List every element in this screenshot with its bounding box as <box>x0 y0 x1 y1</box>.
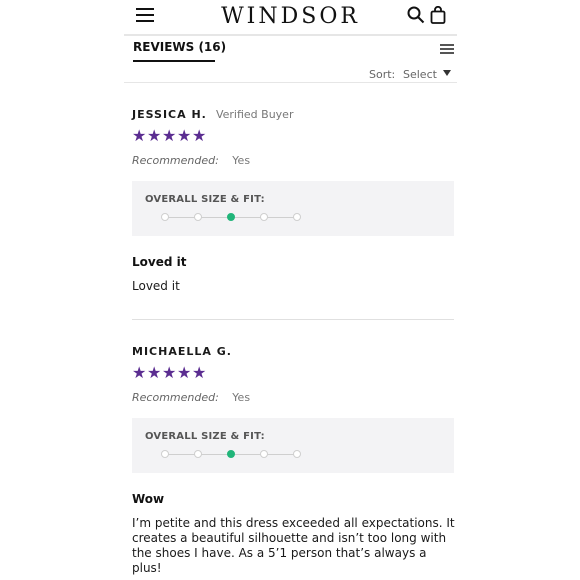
star-rating: ★★★★★ <box>132 127 454 145</box>
fit-dot <box>260 450 268 458</box>
size-fit-box: OVERALL SIZE & FIT: <box>132 418 454 473</box>
fit-dot <box>293 450 301 458</box>
star-icon: ★ <box>147 126 163 145</box>
fit-dot <box>194 213 202 221</box>
page-margin-right <box>456 0 580 580</box>
fit-dot <box>293 213 301 221</box>
star-icon: ★ <box>132 126 148 145</box>
star-icon: ★ <box>162 126 178 145</box>
size-fit-box: OVERALL SIZE & FIT: <box>132 181 454 236</box>
star-rating: ★★★★★ <box>132 364 454 382</box>
sort-divider <box>124 82 457 83</box>
page-margin-left <box>0 0 124 580</box>
filter-menu-icon[interactable] <box>440 44 454 56</box>
star-icon: ★ <box>177 363 193 382</box>
recommended-label: Recommended: <box>132 154 219 167</box>
star-icon: ★ <box>132 363 148 382</box>
star-icon: ★ <box>192 126 208 145</box>
search-icon[interactable] <box>407 6 425 24</box>
review-divider <box>132 319 454 320</box>
shopping-bag-icon[interactable] <box>430 6 446 24</box>
review-body: Loved it <box>132 279 180 293</box>
mobile-viewport: WINDSOR REVIEWS (16) Sort: Select JESSIC… <box>124 0 457 580</box>
recommended-value: Yes <box>232 154 251 167</box>
reviewer-row: JESSICA H. Verified Buyer <box>132 103 454 122</box>
recommended-label: Recommended: <box>132 391 219 404</box>
reviewer-row: MICHAELLA G. <box>132 340 454 359</box>
review-title: Loved it <box>132 255 187 269</box>
recommended-row: Recommended: Yes <box>132 391 454 404</box>
verified-badge: Verified Buyer <box>215 108 294 121</box>
fit-dot <box>161 213 169 221</box>
size-fit-label: OVERALL SIZE & FIT: <box>145 194 265 205</box>
reviewer-name: MICHAELLA G. <box>132 345 232 358</box>
chevron-down-icon[interactable] <box>443 70 451 76</box>
star-icon: ★ <box>192 363 208 382</box>
top-nav: WINDSOR <box>124 0 457 34</box>
recommended-value: Yes <box>232 391 251 404</box>
star-icon: ★ <box>177 126 193 145</box>
size-fit-label: OVERALL SIZE & FIT: <box>145 431 265 442</box>
review-body: I’m petite and this dress exceeded all e… <box>132 516 455 575</box>
review-card: MICHAELLA G. ★★★★★ Recommended: Yes OVER… <box>132 340 455 576</box>
tab-active-indicator <box>133 60 215 62</box>
fit-dot <box>260 213 268 221</box>
star-icon: ★ <box>162 363 178 382</box>
review-card: JESSICA H. Verified Buyer ★★★★★ Recommen… <box>132 103 454 294</box>
star-icon: ★ <box>147 363 163 382</box>
tab-reviews[interactable]: REVIEWS (16) <box>133 40 226 54</box>
review-title: Wow <box>132 492 165 506</box>
fit-dot <box>161 450 169 458</box>
recommended-row: Recommended: Yes <box>132 154 454 167</box>
fit-dot <box>194 450 202 458</box>
reviews-tabs: REVIEWS (16) Sort: Select <box>124 36 457 81</box>
sort-select[interactable]: Select <box>403 68 437 81</box>
reviewer-name: JESSICA H. <box>132 108 207 121</box>
fit-dot-selected <box>227 213 235 221</box>
fit-dot-selected <box>227 450 235 458</box>
sort-label: Sort: <box>369 68 396 81</box>
